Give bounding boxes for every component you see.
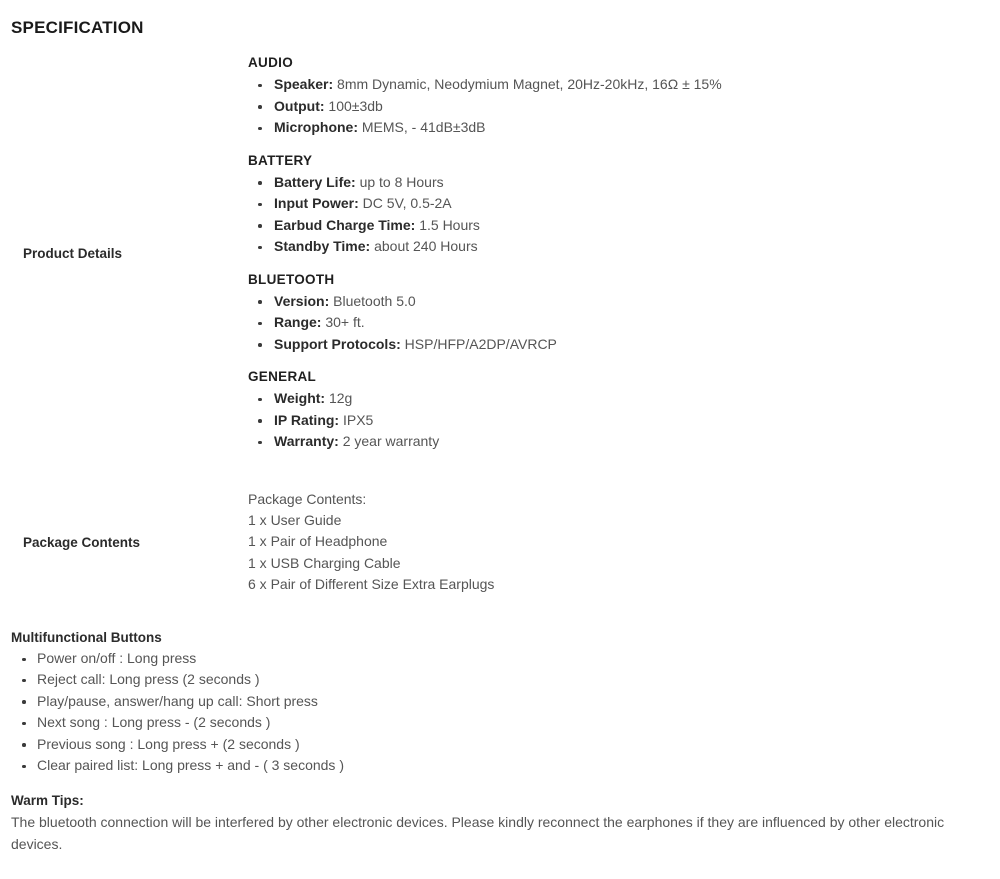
warm-tips-heading: Warm Tips: [11, 793, 84, 808]
spec-value: up to 8 Hours [359, 173, 444, 190]
spec-value: Bluetooth 5.0 [333, 292, 416, 309]
spec-group-bluetooth: BLUETOOTH Version: Bluetooth 5.0 Range: … [248, 272, 1000, 356]
spec-value: about 240 Hours [374, 238, 478, 254]
spec-value: 1.5 Hours [419, 216, 480, 233]
specification-page: SPECIFICATION Product Details AUDIO Spea… [0, 0, 1000, 879]
row-body-package-contents: Package Contents: 1 x User Guide 1 x Pai… [248, 489, 1000, 596]
spec-key: Earbud Charge Time: [274, 216, 416, 233]
list-item: Reject call: Long press (2 seconds ) [11, 669, 991, 690]
group-heading-battery: BATTERY [248, 152, 313, 168]
spec-key: Input Power: [274, 195, 359, 211]
spec-value: IPX5 [342, 411, 374, 428]
spec-key: Support Protocols: [274, 335, 401, 352]
list-item: Output: 100±3db [248, 96, 1000, 118]
spec-value: MEMS, - 41dB±3dB [361, 119, 486, 135]
list-item: Speaker: 8mm Dynamic, Neodymium Magnet, … [248, 74, 1000, 96]
group-heading-bluetooth: BLUETOOTH [248, 271, 335, 287]
spec-list-bluetooth: Version: Bluetooth 5.0 Range: 30+ ft. Su… [248, 291, 1000, 356]
multifunctional-buttons-heading: Multifunctional Buttons [11, 630, 162, 645]
multifunctional-buttons-list: Power on/off : Long press Reject call: L… [11, 648, 991, 776]
spec-list-battery: Battery Life: up to 8 Hours Input Power:… [248, 172, 1000, 258]
spec-group-battery: BATTERY Battery Life: up to 8 Hours Inpu… [248, 153, 1000, 258]
row-label-product-details: Product Details [23, 246, 123, 262]
specification-table: Product Details AUDIO Speaker: 8mm Dynam… [0, 55, 1000, 596]
spec-group-general: GENERAL Weight: 12g IP Rating: IPX5 Warr… [248, 369, 1000, 453]
group-heading-audio: AUDIO [248, 55, 293, 70]
list-item: Battery Life: up to 8 Hours [248, 172, 1000, 194]
list-item: IP Rating: IPX5 [248, 410, 1000, 432]
warm-tips-section: Warm Tips: The bluetooth connection will… [11, 793, 979, 855]
package-line: 1 x Pair of Headphone [248, 533, 388, 550]
page-title: SPECIFICATION [11, 18, 144, 37]
spec-value: 12g [328, 390, 353, 406]
spec-list-audio: Speaker: 8mm Dynamic, Neodymium Magnet, … [248, 74, 1000, 139]
spec-key: Output: [274, 97, 325, 114]
spec-group-audio: AUDIO Speaker: 8mm Dynamic, Neodymium Ma… [248, 55, 1000, 139]
spec-key: Range: [274, 314, 322, 330]
package-line: 1 x User Guide [248, 511, 342, 528]
package-contents-lines: Package Contents: 1 x User Guide 1 x Pai… [248, 489, 1000, 596]
multifunctional-buttons-section: Multifunctional Buttons Power on/off : L… [11, 630, 991, 776]
list-item: Previous song : Long press + (2 seconds … [11, 734, 991, 755]
spec-key: Standby Time: [274, 238, 371, 254]
package-line: 1 x USB Charging Cable [248, 554, 401, 571]
spec-value: HSP/HFP/A2DP/AVRCP [404, 335, 557, 352]
row-body-product-details: AUDIO Speaker: 8mm Dynamic, Neodymium Ma… [248, 55, 1000, 453]
spec-value: DC 5V, 0.5-2A [362, 195, 452, 211]
spec-value: 100±3db [328, 97, 383, 114]
list-item: Weight: 12g [248, 388, 1000, 410]
warm-tips-body: The bluetooth connection will be interfe… [11, 814, 945, 852]
table-row-package-contents: Package Contents Package Contents: 1 x U… [0, 489, 1000, 596]
spec-value: 30+ ft. [325, 314, 365, 330]
group-heading-general: GENERAL [248, 369, 317, 384]
list-item: Microphone: MEMS, - 41dB±3dB [248, 117, 1000, 139]
spec-key: Warranty: [274, 433, 339, 449]
spec-list-general: Weight: 12g IP Rating: IPX5 Warranty: 2 … [248, 388, 1000, 453]
spec-key: Microphone: [274, 119, 358, 135]
package-line: 6 x Pair of Different Size Extra Earplug… [248, 576, 495, 593]
spec-key: Battery Life: [274, 173, 356, 190]
spec-key: Weight: [274, 390, 326, 406]
list-item: Clear paired list: Long press + and - ( … [11, 755, 991, 776]
list-item: Support Protocols: HSP/HFP/A2DP/AVRCP [248, 334, 1000, 356]
table-row-product-details: Product Details AUDIO Speaker: 8mm Dynam… [0, 55, 1000, 453]
row-label-package-contents: Package Contents [23, 534, 141, 550]
spec-value: 8mm Dynamic, Neodymium Magnet, 20Hz-20kH… [337, 76, 722, 92]
spec-key: IP Rating: [274, 411, 340, 428]
list-item: Power on/off : Long press [11, 648, 991, 669]
list-item: Range: 30+ ft. [248, 312, 1000, 334]
spec-key: Version: [274, 292, 330, 309]
spec-key: Speaker: [274, 76, 334, 92]
list-item: Earbud Charge Time: 1.5 Hours [248, 215, 1000, 237]
list-item: Standby Time: about 240 Hours [248, 236, 1000, 258]
list-item: Play/pause, answer/hang up call: Short p… [11, 691, 991, 712]
list-item: Warranty: 2 year warranty [248, 431, 1000, 453]
list-item: Version: Bluetooth 5.0 [248, 291, 1000, 313]
list-item: Next song : Long press - (2 seconds ) [11, 712, 991, 733]
list-item: Input Power: DC 5V, 0.5-2A [248, 193, 1000, 215]
package-line: Package Contents: [248, 490, 367, 507]
spec-value: 2 year warranty [342, 433, 440, 449]
